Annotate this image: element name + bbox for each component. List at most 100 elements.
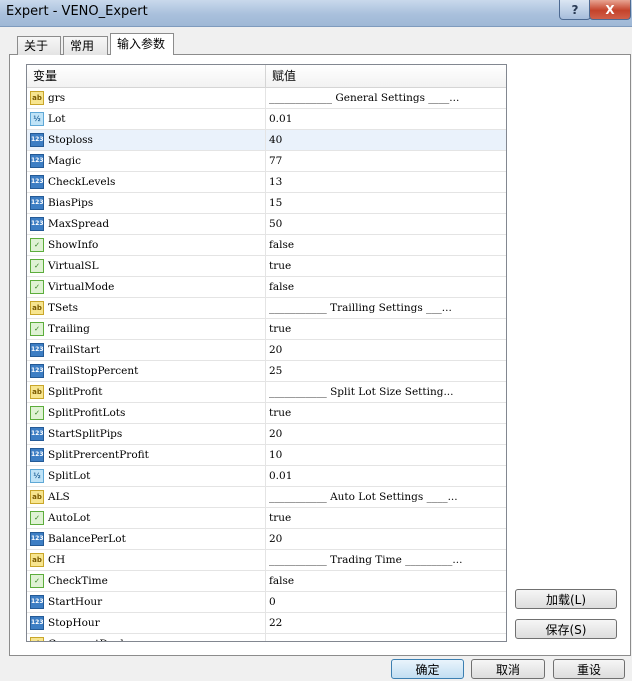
value-cell[interactable]: 50 (266, 214, 506, 234)
variable-cell[interactable]: 123 BalancePerLot (27, 529, 266, 549)
table-row[interactable]: ab TSets ___________ Trailling Settings __… (27, 298, 506, 319)
table-row[interactable]: ✓ Trailing true (27, 319, 506, 340)
variable-cell[interactable]: ab grs (27, 88, 266, 108)
value-cell[interactable]: 20 (266, 340, 506, 360)
variable-name: StopHour (48, 617, 100, 629)
variable-cell[interactable]: 123 Stoploss (27, 130, 266, 150)
tab-inputs[interactable]: 输入参数 (110, 33, 174, 55)
value-cell[interactable]: 40 (266, 130, 506, 150)
table-row[interactable]: 123 MaxSpread 50 (27, 214, 506, 235)
table-row[interactable]: ✓ ShowInfo false (27, 235, 506, 256)
table-row[interactable]: ✓ SplitProfitLots true (27, 403, 506, 424)
value-cell[interactable]: 22 (266, 613, 506, 633)
table-row[interactable]: ✓ VirtualSL true (27, 256, 506, 277)
value-cell[interactable]: ___________ Split Lot Size Setting... (266, 382, 506, 402)
variable-cell[interactable]: 123 StopHour (27, 613, 266, 633)
variable-name: SplitProfitLots (48, 407, 126, 419)
table-row[interactable]: 123 SplitPrercentProfit 10 (27, 445, 506, 466)
variable-cell[interactable]: ✓ CheckTime (27, 571, 266, 591)
variable-cell[interactable]: ✓ SplitProfitLots (27, 403, 266, 423)
table-row[interactable]: ab CH ___________ Trading Time _________..… (27, 550, 506, 571)
table-row[interactable]: 123 Magic 77 (27, 151, 506, 172)
variable-name: StartSplitPips (48, 428, 123, 440)
value-cell[interactable]: ___________ Trailling Settings ___... (266, 298, 506, 318)
value-cell[interactable]: false (266, 571, 506, 591)
parameters-grid: 变量 赋值 ab grs ____________ General Settings… (26, 64, 507, 642)
table-row[interactable]: ✓ CheckTime false (27, 571, 506, 592)
value-cell[interactable]: 25 (266, 361, 506, 381)
table-row[interactable]: 123 StartHour 0 (27, 592, 506, 613)
variable-cell[interactable]: ab SplitProfit (27, 382, 266, 402)
table-row[interactable]: ½ Lot 0.01 (27, 109, 506, 130)
value-cell[interactable]: true (266, 403, 506, 423)
load-button[interactable]: 加载(L) (515, 589, 617, 609)
variable-cell[interactable]: ✓ Trailing (27, 319, 266, 339)
table-row[interactable]: ✓ VirtualMode false (27, 277, 506, 298)
value-cell[interactable]: 15 (266, 193, 506, 213)
variable-cell[interactable]: ½ SplitLot (27, 466, 266, 486)
table-row[interactable]: ✓ AutoLot true (27, 508, 506, 529)
column-header-variable[interactable]: 变量 (27, 65, 266, 87)
value-cell[interactable]: 10 (266, 445, 506, 465)
ok-button[interactable]: 确定 (391, 659, 464, 679)
help-button[interactable]: ? (559, 0, 591, 20)
variable-cell[interactable]: 123 MaxSpread (27, 214, 266, 234)
value-cell[interactable]: 20 (266, 424, 506, 444)
variable-cell[interactable]: ✓ AutoLot (27, 508, 266, 528)
table-row[interactable]: ab grs ____________ General Settings ____.… (27, 88, 506, 109)
value-cell[interactable]: true (266, 508, 506, 528)
table-row[interactable]: 123 Stoploss 40 (27, 130, 506, 151)
value-cell[interactable]: true (266, 256, 506, 276)
value-cell[interactable]: 20 (266, 529, 506, 549)
table-row[interactable]: 123 StopHour 22 (27, 613, 506, 634)
reset-button[interactable]: 重设 (553, 659, 625, 679)
tab-common[interactable]: 常用 (63, 36, 108, 55)
variable-cell[interactable]: 123 CheckLevels (27, 172, 266, 192)
bool-icon: ✓ (30, 238, 44, 252)
variable-cell[interactable]: ab TSets (27, 298, 266, 318)
variable-cell[interactable]: 123 SplitPrercentProfit (27, 445, 266, 465)
value-cell[interactable] (266, 634, 506, 641)
variable-cell[interactable]: ½ Lot (27, 109, 266, 129)
string-icon: ab (30, 301, 44, 315)
variable-cell[interactable]: ab CH (27, 550, 266, 570)
table-row[interactable]: 123 StartSplitPips 20 (27, 424, 506, 445)
value-cell[interactable]: 0.01 (266, 109, 506, 129)
variable-cell[interactable]: ✓ VirtualMode (27, 277, 266, 297)
variable-cell[interactable]: 123 TrailStopPercent (27, 361, 266, 381)
table-row[interactable]: ½ SplitLot 0.01 (27, 466, 506, 487)
value-cell[interactable]: 0 (266, 592, 506, 612)
cancel-button[interactable]: 取消 (471, 659, 545, 679)
table-row[interactable]: 123 TrailStopPercent 25 (27, 361, 506, 382)
variable-cell[interactable]: ab ALS (27, 487, 266, 507)
column-header-value[interactable]: 赋值 (266, 65, 506, 87)
table-row[interactable]: 123 BalancePerLot 20 (27, 529, 506, 550)
value-cell[interactable]: 77 (266, 151, 506, 171)
value-cell[interactable]: ____________ General Settings ____... (266, 88, 506, 108)
table-row[interactable]: ab CommentDeals (27, 634, 506, 641)
value-cell[interactable]: ___________ Trading Time _________... (266, 550, 506, 570)
table-row[interactable]: 123 CheckLevels 13 (27, 172, 506, 193)
value-cell[interactable]: true (266, 319, 506, 339)
variable-cell[interactable]: ab CommentDeals (27, 634, 266, 641)
save-button[interactable]: 保存(S) (515, 619, 617, 639)
variable-cell[interactable]: 123 StartSplitPips (27, 424, 266, 444)
table-row[interactable]: ab ALS ___________ Auto Lot Settings ____.… (27, 487, 506, 508)
variable-cell[interactable]: ✓ ShowInfo (27, 235, 266, 255)
variable-cell[interactable]: 123 Magic (27, 151, 266, 171)
tab-about[interactable]: 关于 (17, 36, 61, 55)
value-cell[interactable]: false (266, 235, 506, 255)
value-cell[interactable]: 0.01 (266, 466, 506, 486)
bool-icon: ✓ (30, 280, 44, 294)
value-cell[interactable]: ___________ Auto Lot Settings ____... (266, 487, 506, 507)
table-row[interactable]: 123 BiasPips 15 (27, 193, 506, 214)
table-row[interactable]: ab SplitProfit ___________ Split Lot Size … (27, 382, 506, 403)
value-cell[interactable]: 13 (266, 172, 506, 192)
variable-cell[interactable]: 123 StartHour (27, 592, 266, 612)
variable-cell[interactable]: 123 BiasPips (27, 193, 266, 213)
value-cell[interactable]: false (266, 277, 506, 297)
table-row[interactable]: 123 TrailStart 20 (27, 340, 506, 361)
variable-cell[interactable]: ✓ VirtualSL (27, 256, 266, 276)
variable-cell[interactable]: 123 TrailStart (27, 340, 266, 360)
close-button[interactable]: X (589, 0, 631, 20)
